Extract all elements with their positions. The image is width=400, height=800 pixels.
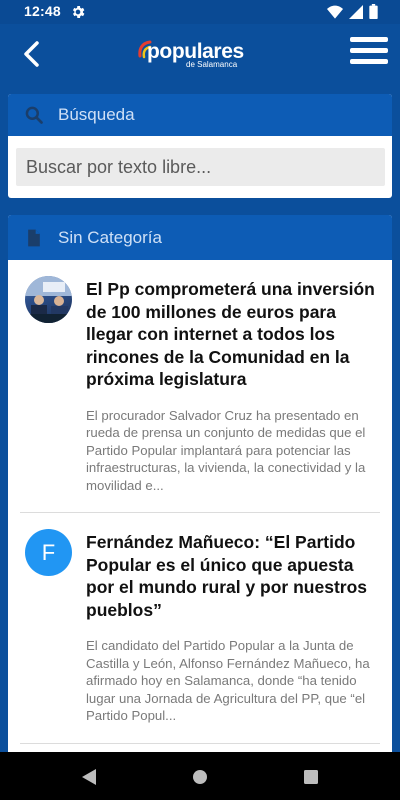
search-card: Búsqueda xyxy=(8,94,392,198)
status-time: 12:48 xyxy=(24,3,61,19)
gear-icon xyxy=(72,6,85,18)
nav-recents-icon[interactable] xyxy=(302,768,320,786)
content-area: Búsqueda Sin Categoría xyxy=(0,86,400,775)
battery-icon xyxy=(369,4,378,19)
app-bar: populares de Salamanca xyxy=(0,24,400,86)
wifi-icon xyxy=(327,5,343,19)
logo-subtitle: de Salamanca xyxy=(186,60,238,69)
list-item[interactable]: F Fernández Mañueco: “El Partido Popular… xyxy=(8,513,392,725)
list-item[interactable]: El Pp comprometerá una inversión de 100 … xyxy=(8,260,392,494)
signal-icon xyxy=(349,4,363,19)
back-arrow-icon[interactable] xyxy=(16,38,48,70)
article-thumbnail xyxy=(25,276,72,323)
article-excerpt: El procurador Salvador Cruz ha presentad… xyxy=(86,407,366,493)
nav-back-icon[interactable] xyxy=(80,768,98,786)
search-icon xyxy=(25,106,43,124)
document-icon xyxy=(28,229,40,246)
category-card-header: Sin Categoría xyxy=(8,215,392,260)
status-bar: 12:48 xyxy=(0,0,400,24)
category-card: Sin Categoría El Pp comprometerá una inv… xyxy=(8,215,392,775)
search-input[interactable] xyxy=(16,148,385,186)
category-card-title: Sin Categoría xyxy=(58,227,162,247)
article-title[interactable]: Fernández Mañueco: “El Partido Popular e… xyxy=(86,531,380,621)
article-excerpt: El candidato del Partido Popular a la Ju… xyxy=(86,638,370,723)
nav-home-icon[interactable] xyxy=(191,768,209,786)
hamburger-menu-icon[interactable] xyxy=(350,37,388,71)
avatar: F xyxy=(25,529,72,576)
search-card-title: Búsqueda xyxy=(58,105,135,124)
system-nav-bar xyxy=(0,752,400,800)
app-logo: populares de Salamanca xyxy=(138,36,248,74)
search-card-header: Búsqueda xyxy=(8,94,392,136)
article-title[interactable]: El Pp comprometerá una inversión de 100 … xyxy=(86,278,380,391)
